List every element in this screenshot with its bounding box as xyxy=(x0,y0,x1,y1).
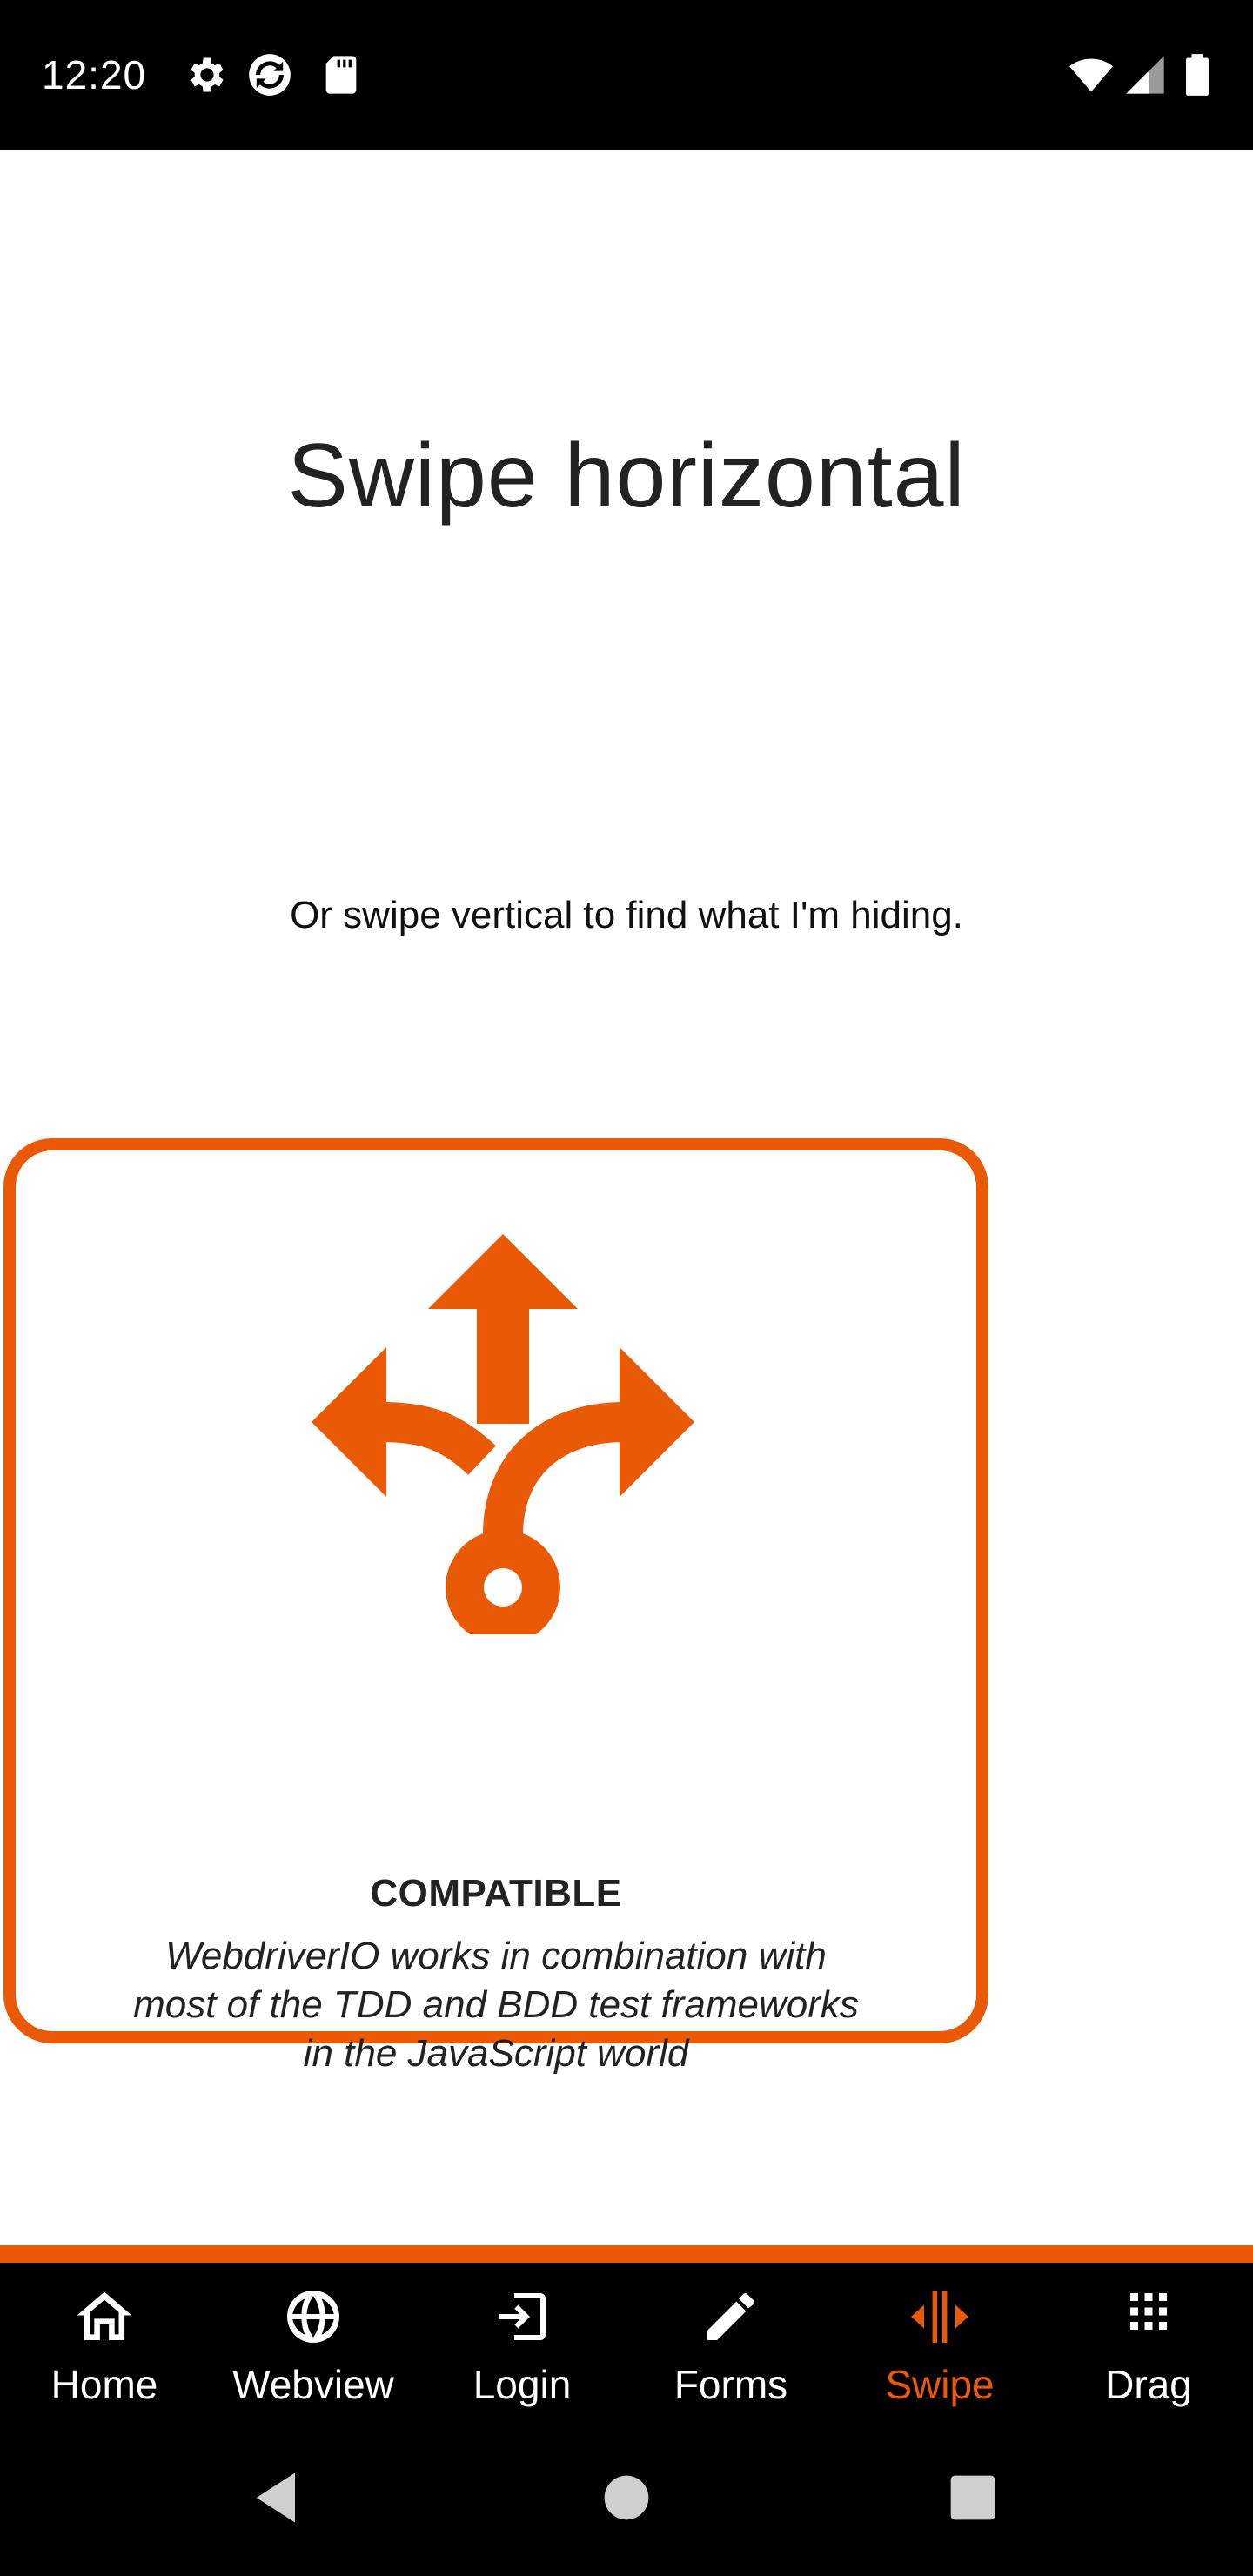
card-title: COMPATIBLE xyxy=(370,1872,622,1915)
status-time: 12:20 xyxy=(42,52,147,97)
tab-home-label: Home xyxy=(50,2362,158,2407)
tab-forms-label: Forms xyxy=(673,2362,788,2407)
cell-signal-icon xyxy=(1122,52,1168,97)
carousel-card[interactable]: COMPATIBLE WebdriverIO works in combinat… xyxy=(3,1138,988,2075)
system-nav-bar xyxy=(0,2419,1253,2576)
tab-swipe-label: Swipe xyxy=(885,2362,995,2407)
status-bar: 12:20 xyxy=(0,0,1253,150)
tab-webview-label: Webview xyxy=(232,2362,394,2407)
pencil-icon xyxy=(700,2285,762,2348)
card-description: WebdriverIO works in combination with mo… xyxy=(94,1932,898,2078)
sync-icon xyxy=(247,52,292,97)
home-circle-icon[interactable] xyxy=(593,2465,660,2531)
page-title: Swipe horizontal xyxy=(287,426,966,527)
tab-webview[interactable]: Webview xyxy=(209,2263,418,2419)
recents-icon[interactable] xyxy=(940,2465,1006,2531)
battery-icon xyxy=(1175,52,1220,97)
split-arrows-icon xyxy=(312,1234,694,1634)
wifi-icon xyxy=(1069,52,1114,97)
card-description-line: WebdriverIO works in combination with xyxy=(165,1935,827,1977)
bottom-nav-accent-line xyxy=(0,2245,1253,2263)
back-icon[interactable] xyxy=(245,2465,312,2531)
page-subtitle: Or swipe vertical to find what I'm hidin… xyxy=(290,894,963,936)
tab-forms[interactable]: Forms xyxy=(626,2263,835,2419)
tab-home[interactable]: Home xyxy=(0,2263,209,2419)
sd-card-icon xyxy=(318,52,364,97)
tab-drag[interactable]: Drag xyxy=(1044,2263,1253,2419)
card-description-line: in the JavaScript world xyxy=(303,2032,689,2075)
swipe-icon xyxy=(908,2285,971,2348)
swipe-screen[interactable]: Swipe horizontal Or swipe vertical to fi… xyxy=(0,150,1253,2245)
home-icon xyxy=(73,2285,136,2348)
tab-drag-label: Drag xyxy=(1105,2362,1192,2407)
bottom-nav: Home Webview Login Forms Swipe Drag xyxy=(0,2263,1253,2419)
tab-login[interactable]: Login xyxy=(418,2263,626,2419)
grid-dots-icon xyxy=(1117,2285,1180,2348)
tab-login-label: Login xyxy=(472,2362,572,2407)
tab-swipe[interactable]: Swipe xyxy=(835,2263,1044,2419)
globe-icon xyxy=(282,2285,345,2348)
card-description-line: most of the TDD and BDD test frameworks xyxy=(133,1983,859,2026)
gear-icon xyxy=(183,52,228,97)
login-icon xyxy=(491,2285,553,2348)
